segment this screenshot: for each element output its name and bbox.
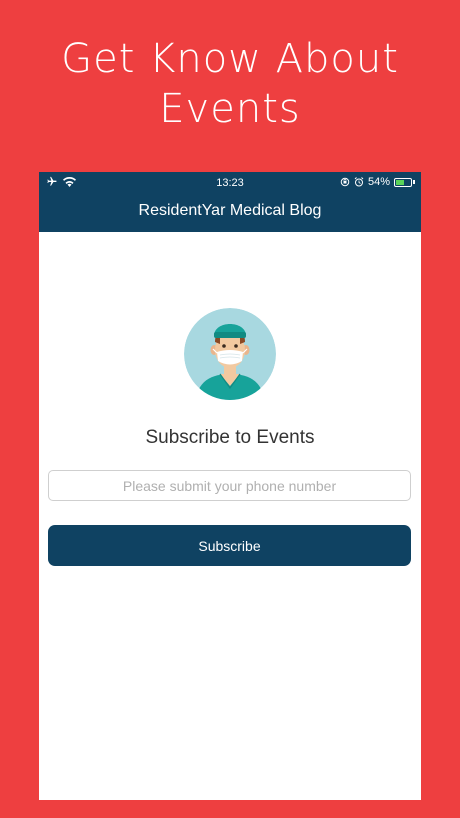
subscribe-button[interactable]: Subscribe	[48, 525, 411, 566]
app-title: ResidentYar Medical Blog	[138, 202, 322, 219]
promo-headline-line2: Events	[159, 86, 301, 132]
battery-icon	[394, 177, 412, 187]
subscribe-heading: Subscribe to Events	[145, 427, 315, 448]
battery-fill	[396, 179, 404, 185]
rotation-lock-icon	[340, 177, 350, 187]
app-bar: 13:23 54% ResidentYar Medical Blog	[39, 172, 421, 232]
promo-headline: Get Know About Events	[0, 34, 460, 134]
status-bar: 13:23 54%	[39, 175, 421, 191]
phone-number-input[interactable]	[48, 470, 411, 501]
battery-tip	[413, 180, 415, 184]
promo-headline-line1: Get Know About	[61, 36, 399, 82]
doctor-avatar-icon	[184, 308, 276, 400]
phone-screen: 13:23 54% ResidentYar Medical Blog Subsc…	[39, 172, 421, 800]
alarm-icon	[354, 177, 364, 187]
status-right: 54%	[340, 176, 415, 188]
battery-percentage: 54%	[367, 176, 390, 188]
